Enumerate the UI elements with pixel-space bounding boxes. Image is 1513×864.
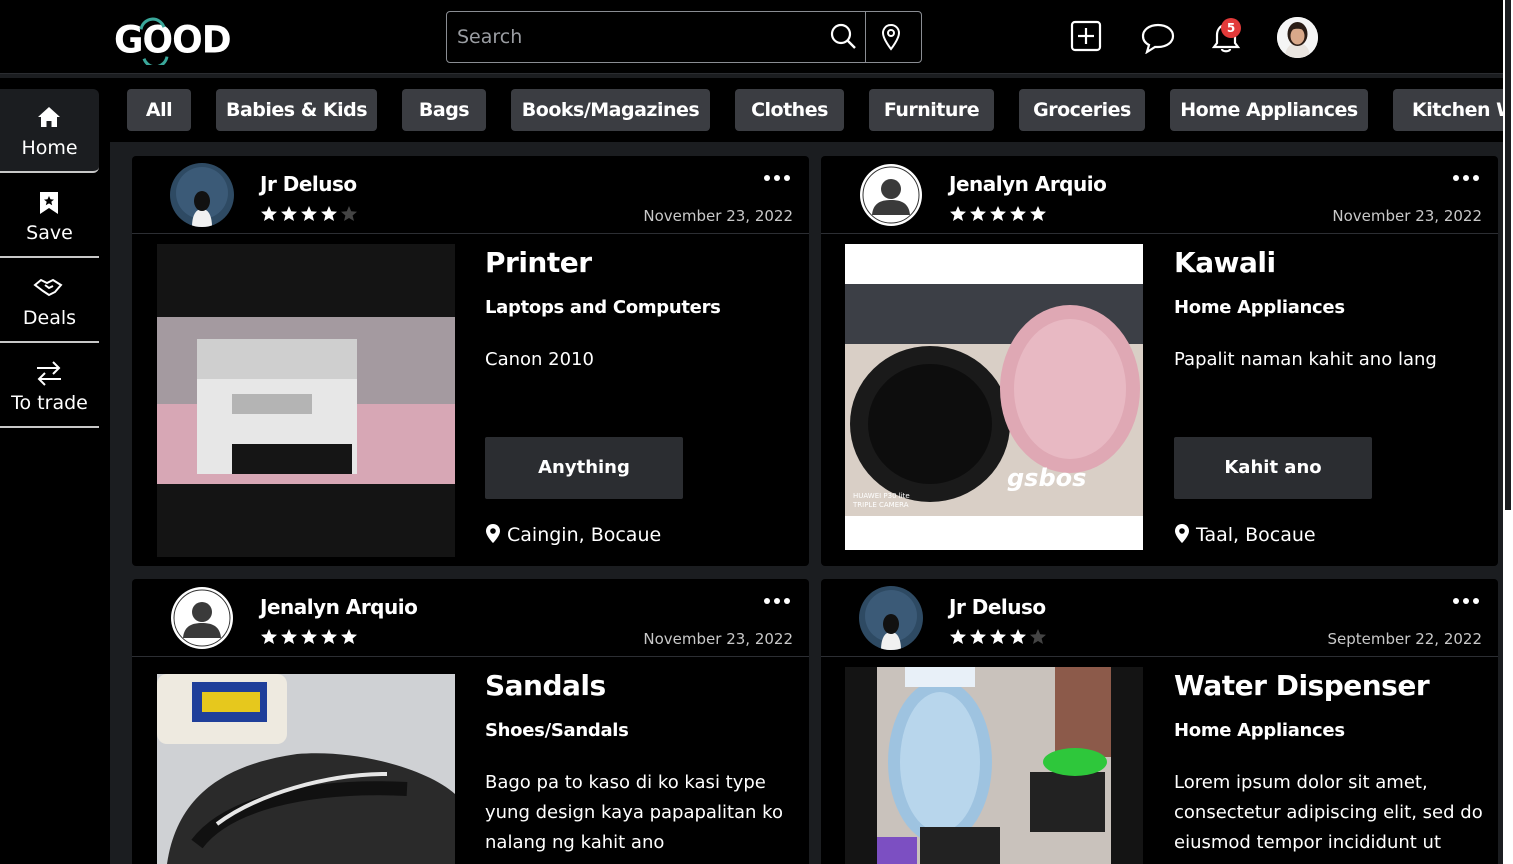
notification-badge: 5 bbox=[1221, 18, 1241, 38]
product-location: Caingin, Bocaue bbox=[485, 523, 661, 549]
category-chip-babies-kids[interactable]: Babies & Kids bbox=[216, 89, 377, 131]
sidebar-item-save[interactable]: Save bbox=[0, 174, 99, 258]
rating-stars bbox=[949, 628, 1049, 646]
search-icon[interactable] bbox=[829, 22, 857, 54]
location-text: Caingin, Bocaue bbox=[507, 524, 662, 546]
product-title[interactable]: Printer bbox=[485, 246, 592, 279]
search-divider bbox=[865, 12, 866, 62]
scrollbar-thumb[interactable] bbox=[1505, 0, 1511, 510]
sidebar-item-label: Save bbox=[26, 222, 73, 244]
poster-avatar[interactable] bbox=[859, 586, 923, 650]
swap-arrows-icon bbox=[35, 360, 63, 390]
bookmark-icon bbox=[38, 190, 60, 220]
handshake-icon bbox=[33, 277, 63, 301]
poster-name[interactable]: Jr Deluso bbox=[949, 595, 1046, 619]
user-avatar[interactable] bbox=[1277, 17, 1318, 58]
product-title[interactable]: Kawali bbox=[1174, 246, 1276, 279]
app-logo[interactable]: GOODS bbox=[114, 13, 257, 75]
search-input[interactable] bbox=[457, 12, 827, 62]
top-bar: GOODS 5 bbox=[0, 0, 1503, 74]
category-chip-home-appliances[interactable]: Home Appliances bbox=[1170, 89, 1368, 131]
poster-avatar[interactable] bbox=[170, 163, 234, 227]
scrollbar[interactable] bbox=[1503, 0, 1513, 864]
sidebar-item-label: Deals bbox=[22, 307, 77, 329]
add-post-icon[interactable] bbox=[1070, 20, 1102, 56]
product-description: Canon 2010 bbox=[485, 349, 594, 370]
post-card[interactable]: Jr Deluso September 22, 2022 Water Dispe… bbox=[821, 579, 1498, 864]
product-photo[interactable] bbox=[157, 244, 455, 557]
post-header: Jenalyn Arquio November 23, 2022 bbox=[821, 156, 1498, 234]
poster-name[interactable]: Jenalyn Arquio bbox=[260, 595, 418, 619]
category-chip-books-magazines[interactable]: Books/Magazines bbox=[511, 89, 710, 131]
more-options-icon[interactable] bbox=[763, 591, 791, 610]
svg-text:TRIPLE CAMERA: TRIPLE CAMERA bbox=[852, 501, 909, 509]
rating-stars bbox=[949, 205, 1049, 223]
category-chip-kitchen[interactable]: Kitchen W bbox=[1393, 89, 1503, 131]
photo-watermark: gsbos bbox=[1007, 464, 1086, 492]
post-card[interactable]: Jenalyn Arquio November 23, 2022 Sandals… bbox=[132, 579, 809, 864]
sidebar-item-label: Home bbox=[21, 137, 78, 159]
product-location: Taal, Bocaue bbox=[1174, 523, 1316, 549]
more-options-icon[interactable] bbox=[1452, 591, 1480, 610]
post-date: September 22, 2022 bbox=[1327, 630, 1482, 648]
home-icon bbox=[36, 105, 62, 133]
sidebar-item-to-trade[interactable]: To trade bbox=[0, 344, 99, 428]
product-category: Home Appliances bbox=[1174, 297, 1345, 318]
post-header: Jenalyn Arquio November 23, 2022 bbox=[132, 579, 809, 657]
more-options-icon[interactable] bbox=[763, 168, 791, 187]
post-card[interactable]: Jenalyn Arquio November 23, 2022 gsbos H… bbox=[821, 156, 1498, 566]
sidebar-item-deals[interactable]: Deals bbox=[0, 259, 99, 343]
product-title[interactable]: Sandals bbox=[485, 669, 606, 702]
product-title[interactable]: Water Dispenser bbox=[1174, 669, 1430, 702]
more-options-icon[interactable] bbox=[1452, 168, 1480, 187]
goods-logo-icon: GOODS bbox=[114, 17, 257, 69]
product-photo[interactable] bbox=[845, 667, 1143, 864]
poster-name[interactable]: Jr Deluso bbox=[260, 172, 357, 196]
poster-avatar[interactable] bbox=[170, 586, 234, 650]
post-date: November 23, 2022 bbox=[643, 630, 793, 648]
product-description: Bago pa to kaso di ko kasi type yung des… bbox=[485, 772, 783, 853]
chat-icon[interactable] bbox=[1141, 22, 1175, 58]
post-date: November 23, 2022 bbox=[1332, 207, 1482, 225]
location-pin-icon bbox=[485, 523, 501, 549]
category-bar: All Babies & Kids Bags Books/Magazines C… bbox=[110, 78, 1503, 142]
poster-name[interactable]: Jenalyn Arquio bbox=[949, 172, 1107, 196]
post-card[interactable]: Jr Deluso November 23, 2022 Printer Lapt… bbox=[132, 156, 809, 566]
search-bar bbox=[446, 11, 922, 63]
wanted-trade-button[interactable]: Anything bbox=[485, 437, 683, 499]
poster-avatar[interactable] bbox=[859, 163, 923, 227]
category-chip-groceries[interactable]: Groceries bbox=[1019, 89, 1145, 131]
category-chip-furniture[interactable]: Furniture bbox=[869, 89, 994, 131]
product-description: Lorem ipsum dolor sit amet, consectetur … bbox=[1174, 772, 1483, 853]
category-chip-bags[interactable]: Bags bbox=[402, 89, 486, 131]
product-category: Home Appliances bbox=[1174, 720, 1345, 741]
sidebar-item-label: To trade bbox=[11, 392, 88, 414]
svg-text:GOODS: GOODS bbox=[114, 18, 230, 62]
sidebar-item-home[interactable]: Home bbox=[0, 89, 99, 173]
svg-text:HUAWEI P30 lite: HUAWEI P30 lite bbox=[853, 492, 910, 500]
product-description: Papalit naman kahit ano lang bbox=[1174, 349, 1437, 370]
rating-stars bbox=[260, 205, 360, 223]
product-photo[interactable] bbox=[157, 674, 455, 864]
location-pin-icon bbox=[1174, 523, 1190, 549]
product-category: Shoes/Sandals bbox=[485, 720, 629, 741]
post-date: November 23, 2022 bbox=[643, 207, 793, 225]
sidebar: Home Save Deals To trade bbox=[0, 78, 110, 864]
location-pin-icon[interactable] bbox=[881, 23, 901, 55]
product-photo[interactable]: gsbos HUAWEI P30 lite TRIPLE CAMERA bbox=[845, 244, 1143, 550]
category-chip-all[interactable]: All bbox=[127, 89, 191, 131]
rating-stars bbox=[260, 628, 360, 646]
product-category: Laptops and Computers bbox=[485, 297, 721, 318]
location-text: Taal, Bocaue bbox=[1196, 524, 1316, 546]
category-chip-clothes[interactable]: Clothes bbox=[735, 89, 844, 131]
post-header: Jr Deluso September 22, 2022 bbox=[821, 579, 1498, 657]
post-header: Jr Deluso November 23, 2022 bbox=[132, 156, 809, 234]
wanted-trade-button[interactable]: Kahit ano bbox=[1174, 437, 1372, 499]
